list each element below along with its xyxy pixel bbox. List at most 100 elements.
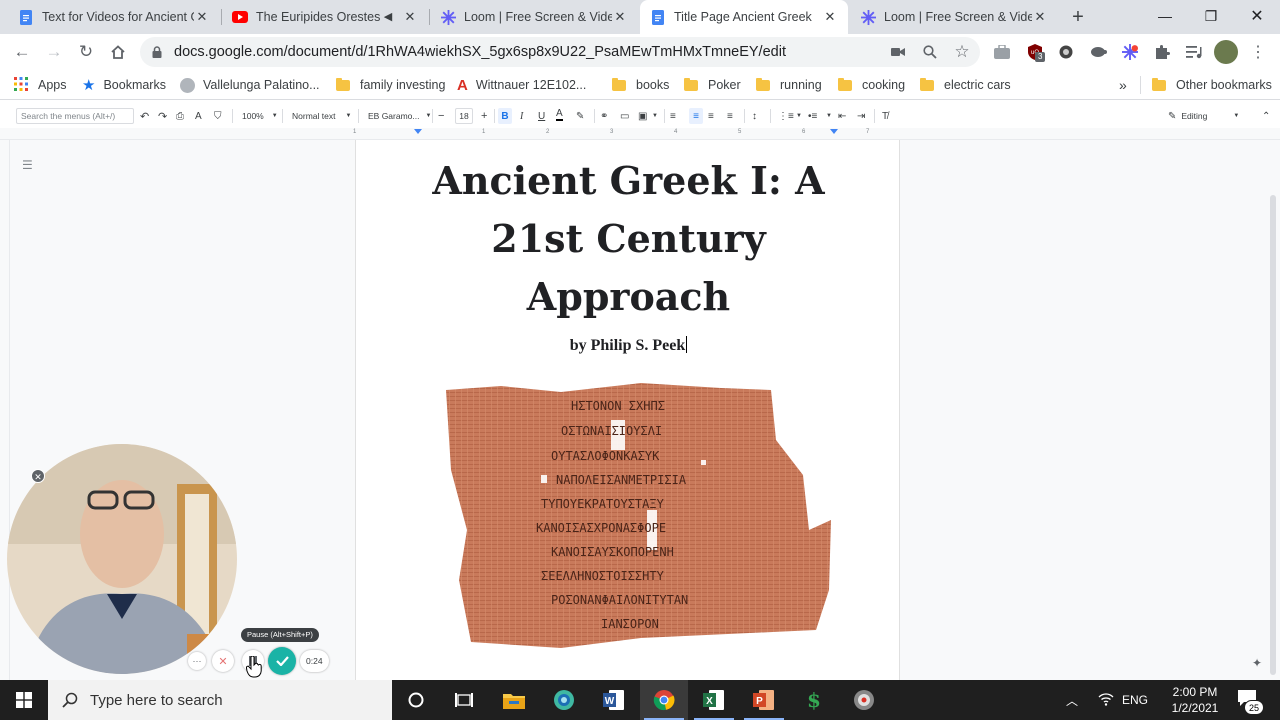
reload-icon[interactable]: ↻: [72, 38, 100, 66]
right-indent-marker[interactable]: [830, 129, 838, 134]
bookmark-electric-cars[interactable]: electric cars: [920, 74, 1011, 96]
bookmark-other[interactable]: Other bookmarks: [1152, 74, 1272, 96]
taskbar-clock[interactable]: 2:00 PM 1/2/2021: [1160, 684, 1230, 716]
increase-indent-icon[interactable]: ⇥: [857, 108, 865, 124]
document-outline-icon[interactable]: ☰: [22, 158, 33, 172]
menu-search-input[interactable]: Search the menus (Alt+/): [16, 108, 134, 124]
left-indent-marker[interactable]: [414, 129, 422, 134]
insert-image-icon[interactable]: ▣: [638, 108, 647, 124]
minimize-button[interactable]: —: [1142, 0, 1188, 32]
close-icon[interactable]: ✕: [1032, 9, 1048, 25]
font-size-input[interactable]: 18: [455, 108, 473, 124]
show-hidden-icons[interactable]: ︿: [1066, 692, 1078, 709]
chevron-down-icon[interactable]: ▼: [652, 108, 658, 124]
papyrus-image[interactable]: ΗΣΤΟΝΟΝ ΣΧΗΠΣ ΟΣΤΩΝΑΙΣΙΟΥΣΛΙ ΟΥΤΑΣΛΟΦΟΝΚ…: [441, 380, 836, 660]
window-close-button[interactable]: ✕: [1234, 0, 1280, 32]
bookmark-vallelunga[interactable]: Vallelunga Palatino...: [180, 74, 320, 96]
address-bar[interactable]: docs.google.com/document/d/1RhWA4wiekhSX…: [140, 37, 980, 67]
collapse-menu-icon[interactable]: ⌃: [1262, 108, 1270, 124]
align-right-icon[interactable]: ≡: [708, 108, 714, 124]
undo-icon[interactable]: ↶: [140, 108, 149, 124]
cortana-icon[interactable]: [392, 680, 440, 720]
bookmark-apps[interactable]: Apps: [14, 74, 67, 96]
home-icon[interactable]: [104, 38, 132, 66]
align-justify-icon[interactable]: ≡: [727, 108, 733, 124]
tab-euripides-orestes[interactable]: The Euripides Orestes C ◀︎ ✕: [222, 0, 428, 34]
bookmark-wittnauer[interactable]: A Wittnauer 12E102...: [457, 74, 586, 96]
profile-avatar[interactable]: [1214, 40, 1238, 64]
bookmark-star-icon[interactable]: ☆: [952, 42, 972, 62]
underline-icon[interactable]: U: [538, 108, 545, 124]
new-tab-button[interactable]: +: [1066, 5, 1090, 29]
browser-app-icon[interactable]: [540, 680, 588, 720]
explore-icon[interactable]: ✦: [1248, 654, 1266, 672]
ublock-extension-icon[interactable]: uO 3: [1025, 42, 1046, 62]
bold-icon[interactable]: B: [498, 108, 512, 124]
more-menu-icon[interactable]: ⋮: [1248, 42, 1268, 62]
close-camera-icon[interactable]: ✕: [31, 469, 45, 483]
briefcase-extension-icon[interactable]: [992, 42, 1012, 62]
puzzle-extensions-icon[interactable]: [1152, 42, 1172, 62]
close-icon[interactable]: ✕: [612, 9, 628, 25]
loom-more-button[interactable]: ···: [188, 652, 206, 670]
align-left-icon[interactable]: ≡: [670, 108, 676, 124]
close-icon[interactable]: ✕: [822, 9, 838, 25]
speaker-muted-icon[interactable]: ◀︎: [380, 9, 396, 25]
link-icon[interactable]: ⚭: [600, 108, 608, 124]
excel-icon[interactable]: X: [690, 680, 738, 720]
document-title[interactable]: Ancient Greek I: A 21st Century Approach: [356, 152, 901, 326]
bookmark-cooking[interactable]: cooking: [838, 74, 905, 96]
word-icon[interactable]: W: [590, 680, 638, 720]
bookmark-books[interactable]: books: [612, 74, 669, 96]
bookmark-family-investing[interactable]: family investing: [336, 74, 445, 96]
close-icon[interactable]: ✕: [402, 9, 418, 25]
document-page[interactable]: Ancient Greek I: A 21st Century Approach…: [355, 140, 900, 680]
tab-title-page-ancient-greek[interactable]: Title Page Ancient Greek ✕: [640, 0, 848, 34]
decrease-indent-icon[interactable]: ⇤: [838, 108, 846, 124]
powerpoint-icon[interactable]: P: [740, 680, 788, 720]
chevron-down-icon[interactable]: ▼: [826, 108, 832, 124]
camera-icon[interactable]: [888, 42, 908, 62]
increase-font-size-button[interactable]: +: [481, 108, 487, 124]
decrease-font-size-button[interactable]: −: [438, 108, 444, 124]
media-controls-icon[interactable]: [1184, 42, 1204, 62]
vertical-scrollbar[interactable]: [1270, 195, 1276, 675]
media-app-icon[interactable]: [840, 680, 888, 720]
tortoise-extension-icon[interactable]: [1088, 42, 1108, 62]
zoom-select[interactable]: 100% ▼: [242, 108, 278, 124]
document-author[interactable]: by Philip S. Peek: [356, 336, 901, 355]
chrome-icon[interactable]: [640, 680, 688, 720]
dollar-app-icon[interactable]: $: [790, 680, 838, 720]
restore-button[interactable]: ❐: [1188, 0, 1234, 32]
forward-icon[interactable]: →: [40, 38, 68, 66]
comment-icon[interactable]: ▭: [620, 108, 629, 124]
spellcheck-icon[interactable]: A: [195, 108, 202, 124]
clear-formatting-icon[interactable]: T̸: [882, 108, 888, 124]
style-select[interactable]: Normal text ▼: [292, 108, 351, 124]
language-indicator[interactable]: ENG: [1122, 680, 1148, 720]
tab-text-for-videos[interactable]: Text for Videos for Ancient Gr ✕: [8, 0, 220, 34]
loom-extension-icon[interactable]: [1120, 42, 1140, 62]
close-icon[interactable]: ✕: [194, 9, 210, 25]
bookmark-running[interactable]: running: [756, 74, 822, 96]
highlight-icon[interactable]: ✎: [576, 108, 584, 124]
bookmark-bookmarks[interactable]: ★ Bookmarks: [82, 74, 166, 96]
text-color-icon[interactable]: A: [556, 108, 563, 121]
editing-mode-select[interactable]: ✎ Editing ▼: [1168, 108, 1239, 124]
zoom-search-icon[interactable]: [920, 42, 940, 62]
taskbar-search-box[interactable]: Type here to search: [48, 680, 392, 720]
print-icon[interactable]: ⎙: [176, 108, 184, 124]
font-select[interactable]: EB Garamo... ▼: [368, 108, 431, 124]
bookmark-poker[interactable]: Poker: [684, 74, 741, 96]
loom-cancel-button[interactable]: ✕: [212, 650, 234, 672]
wifi-icon[interactable]: [1098, 691, 1114, 712]
redo-icon[interactable]: ↷: [158, 108, 167, 124]
file-explorer-icon[interactable]: [490, 680, 538, 720]
tab-loom-2[interactable]: Loom | Free Screen & Video ✕: [850, 0, 1058, 34]
paint-format-icon[interactable]: ⛉: [214, 108, 222, 124]
line-spacing-icon[interactable]: ↕: [752, 108, 757, 124]
loom-finish-button[interactable]: [268, 647, 296, 675]
tab-loom-1[interactable]: Loom | Free Screen & Video ✕: [430, 0, 638, 34]
chevron-down-icon[interactable]: ▼: [796, 108, 802, 124]
bulleted-list-icon[interactable]: •≡: [808, 108, 817, 124]
